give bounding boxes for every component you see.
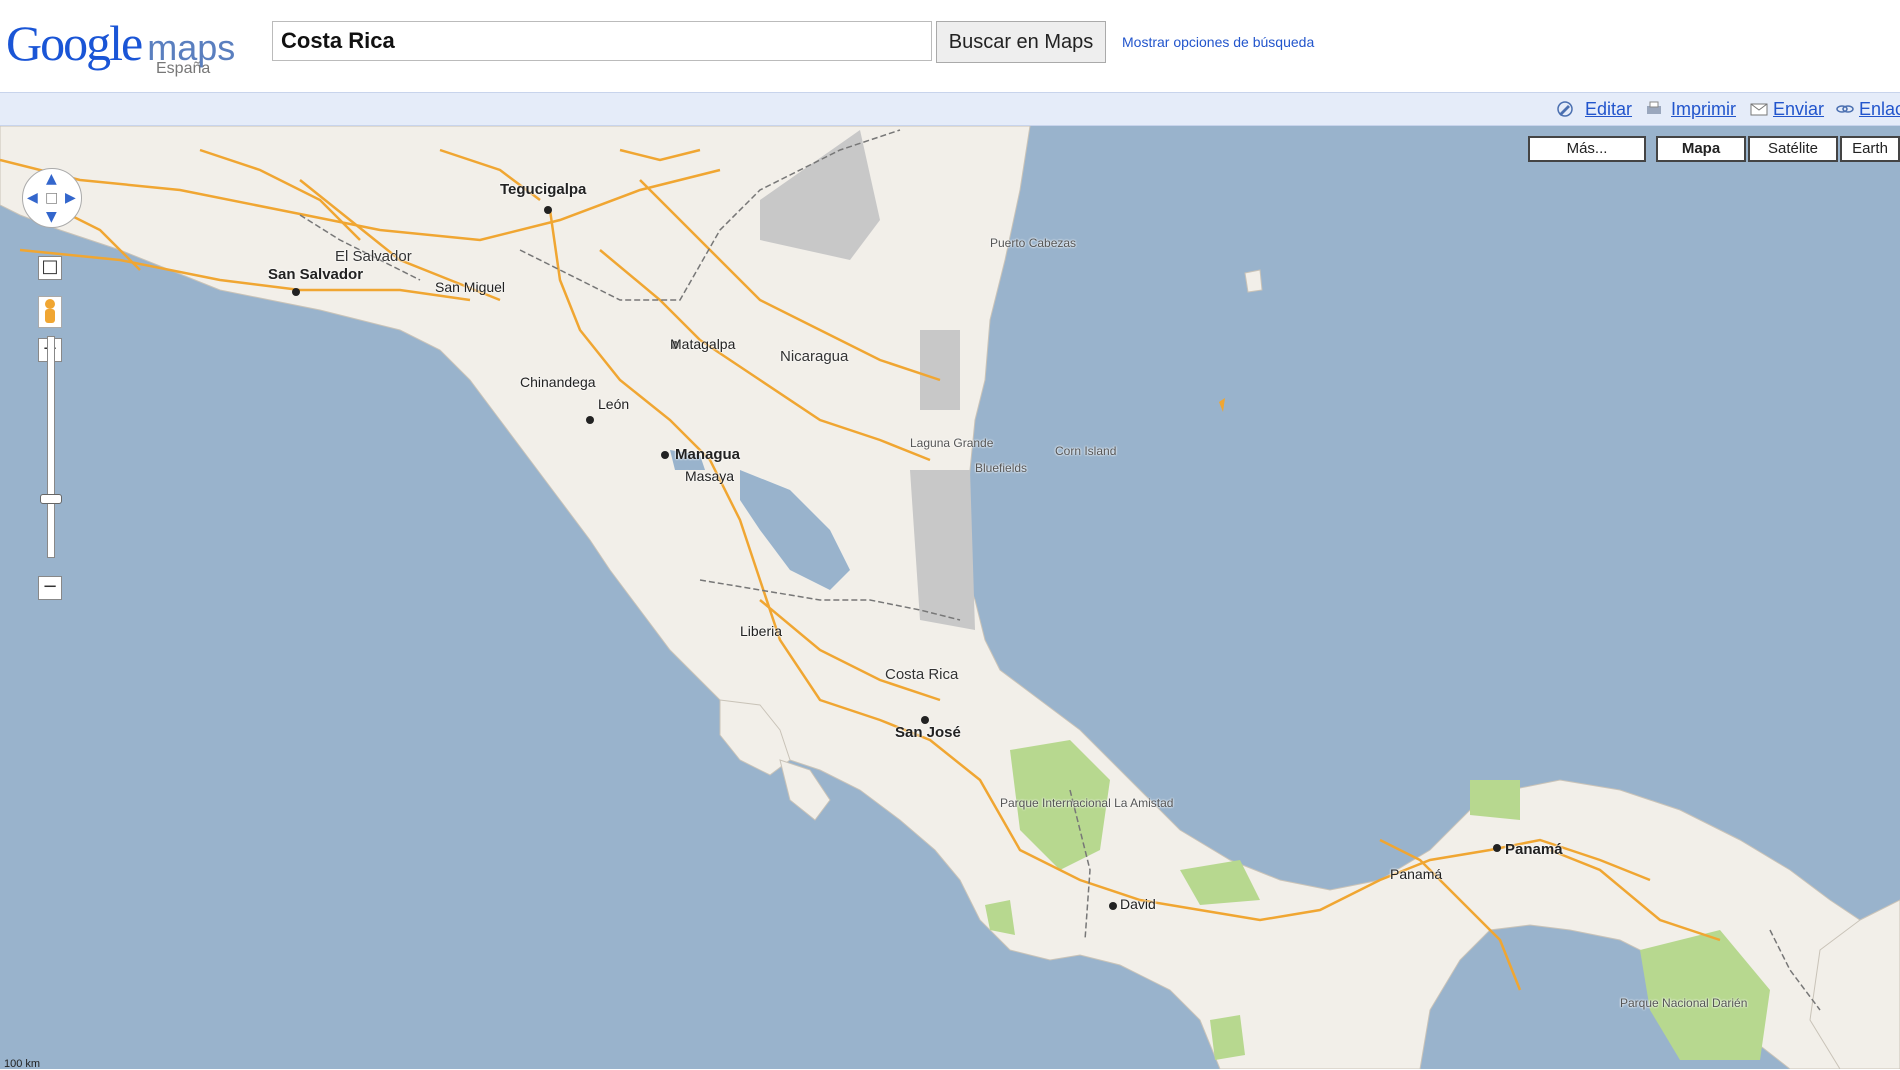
park-panama-north	[1470, 780, 1520, 820]
managua-dot	[661, 451, 669, 459]
coco-island	[1219, 398, 1225, 412]
label-costa-rica: Costa Rica	[885, 666, 958, 683]
zoom-slider-track[interactable]	[47, 336, 55, 558]
zoom-out-button[interactable]: −	[38, 576, 62, 600]
label-chinandega: Chinandega	[520, 374, 596, 390]
leon-dot	[586, 416, 594, 424]
zoom-slider-thumb[interactable]	[40, 494, 62, 504]
label-panama-country: Panamá	[1390, 866, 1442, 882]
pan-left-icon[interactable]: ◀	[27, 190, 38, 206]
label-leon: León	[598, 396, 629, 412]
logo-google: Google	[6, 15, 141, 71]
toolbar: Editar Imprimir Enviar Enlace	[0, 92, 1900, 126]
search-button[interactable]: Buscar en Maps	[936, 21, 1106, 63]
label-nicaragua: Nicaragua	[780, 348, 848, 365]
map-canvas[interactable]: Tegucigalpa El Salvador San Salvador San…	[0, 126, 1900, 1069]
header: Googlemaps España Buscar en Maps Mostrar…	[0, 0, 1900, 92]
pegman-icon[interactable]	[38, 296, 62, 328]
pan-right-icon[interactable]: ▶	[65, 190, 76, 206]
label-parque-darien: Parque Nacional Darién	[1620, 996, 1747, 1010]
print-link[interactable]: Imprimir	[1671, 99, 1736, 120]
label-managua: Managua	[675, 446, 740, 463]
mail-icon	[1750, 100, 1768, 118]
link-link[interactable]: Enlace	[1859, 99, 1900, 120]
label-el-salvador: El Salvador	[335, 248, 412, 265]
map-scale: 100 km	[4, 1058, 40, 1070]
reserve-area-indio-maiz	[910, 470, 975, 630]
label-tegucigalpa: Tegucigalpa	[500, 181, 586, 198]
map-type-more-button[interactable]: Más...	[1528, 136, 1646, 162]
pan-down-icon[interactable]: ▼	[46, 209, 57, 225]
park-south-panama	[1210, 1015, 1245, 1060]
map-type-map-button[interactable]: Mapa	[1656, 136, 1746, 162]
panama-dot	[1493, 844, 1501, 852]
island	[1245, 270, 1262, 292]
label-david: David	[1120, 896, 1156, 912]
logo-country: España	[156, 60, 210, 78]
zoom-control: □ + −	[38, 256, 62, 606]
search-input[interactable]	[272, 21, 932, 61]
label-panama-city: Panamá	[1505, 841, 1563, 858]
label-san-salvador: San Salvador	[268, 266, 363, 283]
label-parque-amistad: Parque Internacional La Amistad	[1000, 796, 1173, 810]
san-jose-dot	[921, 716, 929, 724]
label-corn-island: Corn Island	[1055, 444, 1116, 458]
fullscreen-icon[interactable]: □	[38, 256, 62, 280]
print-icon	[1645, 100, 1663, 118]
label-masaya: Masaya	[685, 468, 734, 484]
google-maps-logo[interactable]: Googlemaps España	[6, 14, 246, 84]
map-type-earth-button[interactable]: Earth	[1840, 136, 1900, 162]
label-laguna-grande: Laguna Grande	[910, 436, 993, 450]
edit-icon	[1556, 100, 1574, 118]
pan-center-icon[interactable]: □	[45, 190, 58, 206]
label-puerto-cabezas: Puerto Cabezas	[990, 236, 1076, 250]
link-icon	[1836, 100, 1854, 118]
map-type-satellite-button[interactable]: Satélite	[1748, 136, 1838, 162]
search-options-link[interactable]: Mostrar opciones de búsqueda	[1122, 34, 1314, 50]
label-san-miguel: San Miguel	[435, 279, 505, 295]
pan-control[interactable]: ▲ ▼ ◀ ▶ □	[22, 168, 82, 228]
label-san-jose: San José	[895, 724, 961, 741]
reserve-area-atlantic	[920, 330, 960, 410]
san-salvador-dot	[292, 288, 300, 296]
tegucigalpa-dot	[544, 206, 552, 214]
label-matagalpa: Matagalpa	[670, 336, 735, 352]
edit-link[interactable]: Editar	[1585, 99, 1632, 120]
label-bluefields: Bluefields	[975, 461, 1027, 475]
label-liberia: Liberia	[740, 623, 782, 639]
pan-up-icon[interactable]: ▲	[46, 171, 57, 187]
david-dot	[1109, 902, 1117, 910]
send-link[interactable]: Enviar	[1773, 99, 1824, 120]
